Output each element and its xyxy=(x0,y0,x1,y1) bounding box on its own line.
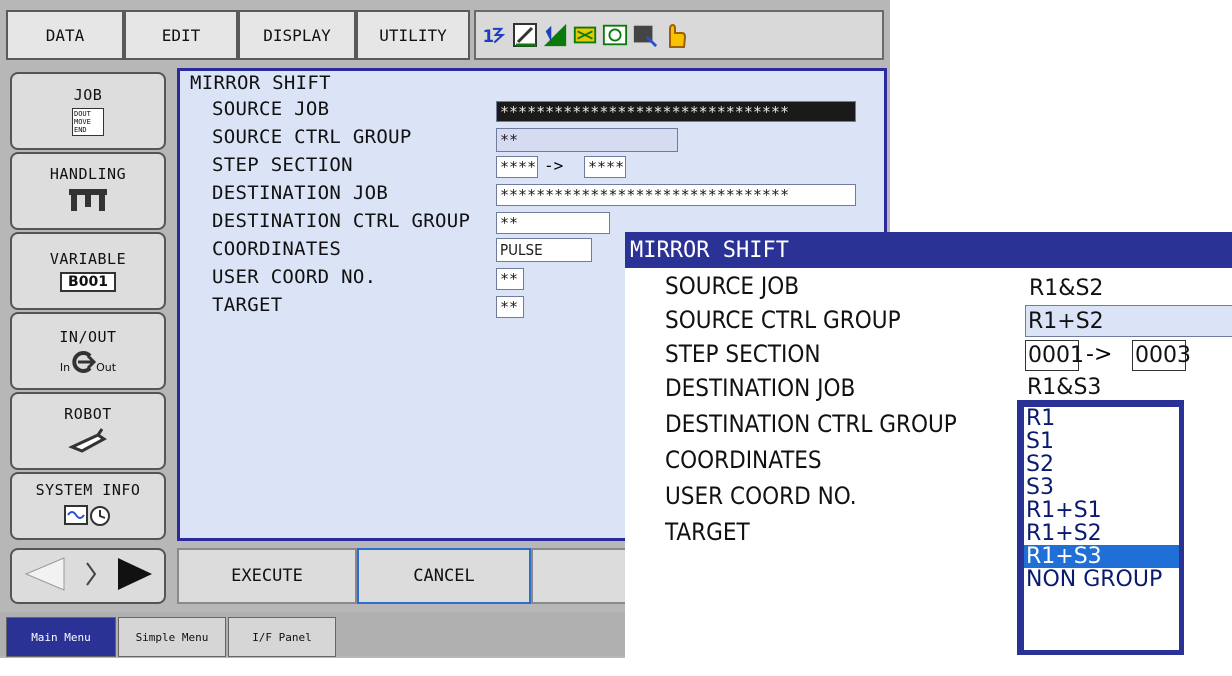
tab-main-menu[interactable]: Main Menu xyxy=(6,617,116,657)
source-ctrl-group-label: SOURCE CTRL GROUP xyxy=(212,126,412,148)
robot-menu-button[interactable]: ROBOT xyxy=(10,392,166,470)
dropdown-option[interactable]: NON GROUP xyxy=(1024,568,1179,591)
robot-label: ROBOT xyxy=(64,405,112,423)
zoom-coordinates-label: COORDINATES xyxy=(665,446,822,474)
step-icon: 1 xyxy=(482,20,508,50)
destination-ctrl-group-field[interactable]: ** xyxy=(496,212,610,234)
zoom-window-title: MIRROR SHIFT xyxy=(625,232,1232,268)
svg-text:1: 1 xyxy=(483,27,494,46)
variable-icon: B001 xyxy=(60,272,116,292)
target-label: TARGET xyxy=(212,294,283,316)
zoom-step-to-field[interactable]: 0003 xyxy=(1132,340,1191,371)
zoom-target-label: TARGET xyxy=(665,518,750,546)
cancel-button[interactable]: CANCEL xyxy=(357,548,531,604)
in-out-icon: In Out xyxy=(60,350,116,374)
page-nav xyxy=(10,548,166,604)
execute-button[interactable]: EXECUTE xyxy=(177,548,357,604)
dropdown-option[interactable]: R1 xyxy=(1024,407,1179,430)
window-title: MIRROR SHIFT xyxy=(190,72,331,94)
zoom-destination-job-field[interactable]: R1&S3 xyxy=(1025,374,1232,400)
menu-utility-button[interactable]: UTILITY xyxy=(356,10,470,60)
page-prev-icon[interactable] xyxy=(20,554,70,598)
job-icon: DOUT MOVE END xyxy=(72,108,104,136)
io-in-label: In xyxy=(59,361,71,374)
camera-icon xyxy=(602,20,628,50)
blank-softkey[interactable] xyxy=(531,548,627,604)
tab-if-panel[interactable]: I/F Panel xyxy=(228,617,336,657)
in-out-label: IN/OUT xyxy=(59,328,117,346)
user-coord-no-field[interactable]: ** xyxy=(496,268,524,290)
step-section-to-field[interactable]: **** xyxy=(584,156,626,178)
target-field[interactable]: ** xyxy=(496,296,524,318)
zoom-destination-job-label: DESTINATION JOB xyxy=(665,374,856,402)
dropdown-option[interactable]: S2 xyxy=(1024,453,1179,476)
coordinates-field[interactable]: PULSE xyxy=(496,238,592,262)
job-menu-button[interactable]: JOB DOUT MOVE END xyxy=(10,72,166,150)
destination-ctrl-group-label: DESTINATION CTRL GROUP xyxy=(212,210,471,232)
gripper-icon xyxy=(65,187,111,217)
handling-menu-button[interactable]: HANDLING xyxy=(10,152,166,230)
hand-icon xyxy=(662,20,688,50)
source-job-field[interactable]: ******************************** xyxy=(496,101,856,122)
menu-edit-button[interactable]: EDIT xyxy=(124,10,238,60)
system-info-icon xyxy=(63,503,113,531)
zoom-source-job-field[interactable]: R1&S2 xyxy=(1027,272,1232,304)
dropdown-option[interactable]: R1+S2 xyxy=(1024,522,1179,545)
destination-job-label: DESTINATION JOB xyxy=(212,182,389,204)
zoom-user-coord-no-label: USER COORD NO. xyxy=(665,482,857,510)
zoom-destination-ctrl-group-label: DESTINATION CTRL GROUP xyxy=(665,410,957,438)
dropdown-option[interactable]: S3 xyxy=(1024,476,1179,499)
page-next-icon[interactable] xyxy=(112,554,156,598)
job-label: JOB xyxy=(73,86,103,104)
page-link-icon xyxy=(85,559,97,593)
system-info-menu-button[interactable]: SYSTEM INFO xyxy=(10,472,166,540)
variable-label: VARIABLE xyxy=(49,250,127,268)
coordinates-label: COORDINATES xyxy=(212,238,342,260)
zoom-step-from-field[interactable]: 0001 xyxy=(1025,340,1084,371)
zoom-source-ctrl-group-field[interactable]: R1+S2 xyxy=(1025,305,1232,337)
source-ctrl-group-field[interactable]: ** xyxy=(496,128,678,152)
lock-icon xyxy=(632,20,658,50)
dropdown-option[interactable]: R1+S1 xyxy=(1024,499,1179,522)
signal-icon xyxy=(542,20,568,50)
edit-mode-icon xyxy=(512,20,538,50)
status-icon-strip: 1 xyxy=(474,10,884,60)
zoom-source-ctrl-group-label: SOURCE CTRL GROUP xyxy=(665,306,901,334)
step-section-arrow: -> xyxy=(544,156,564,175)
menu-data-button[interactable]: DATA xyxy=(6,10,124,60)
variable-menu-button[interactable]: VARIABLE B001 xyxy=(10,232,166,310)
ctrl-group-dropdown-list: R1 S1 S2 S3 R1+S1 R1+S2 R1+S3 NON GROUP xyxy=(1023,406,1180,651)
zoom-source-job-label: SOURCE JOB xyxy=(665,272,800,300)
step-section-label: STEP SECTION xyxy=(212,154,353,176)
destination-job-field[interactable]: ******************************** xyxy=(496,184,856,206)
in-out-menu-button[interactable]: IN/OUT In Out xyxy=(10,312,166,390)
zoom-step-arrow: -> xyxy=(1086,342,1113,367)
zoom-step-section-label: STEP SECTION xyxy=(665,340,821,368)
menu-display-button[interactable]: DISPLAY xyxy=(238,10,356,60)
tool-icon xyxy=(572,20,598,50)
user-coord-no-label: USER COORD NO. xyxy=(212,266,377,288)
step-section-from-field[interactable]: **** xyxy=(496,156,538,178)
dropdown-option[interactable]: R1+S3 xyxy=(1024,545,1179,568)
source-job-label: SOURCE JOB xyxy=(212,98,330,120)
system-info-label: SYSTEM INFO xyxy=(35,481,141,499)
handling-label: HANDLING xyxy=(49,165,127,183)
ctrl-group-dropdown: R1 S1 S2 S3 R1+S1 R1+S2 R1+S3 NON GROUP xyxy=(1017,400,1184,655)
dropdown-option[interactable]: S1 xyxy=(1024,430,1179,453)
tab-simple-menu[interactable]: Simple Menu xyxy=(118,617,226,657)
robot-arm-icon xyxy=(68,427,108,457)
io-out-label: Out xyxy=(96,361,117,374)
